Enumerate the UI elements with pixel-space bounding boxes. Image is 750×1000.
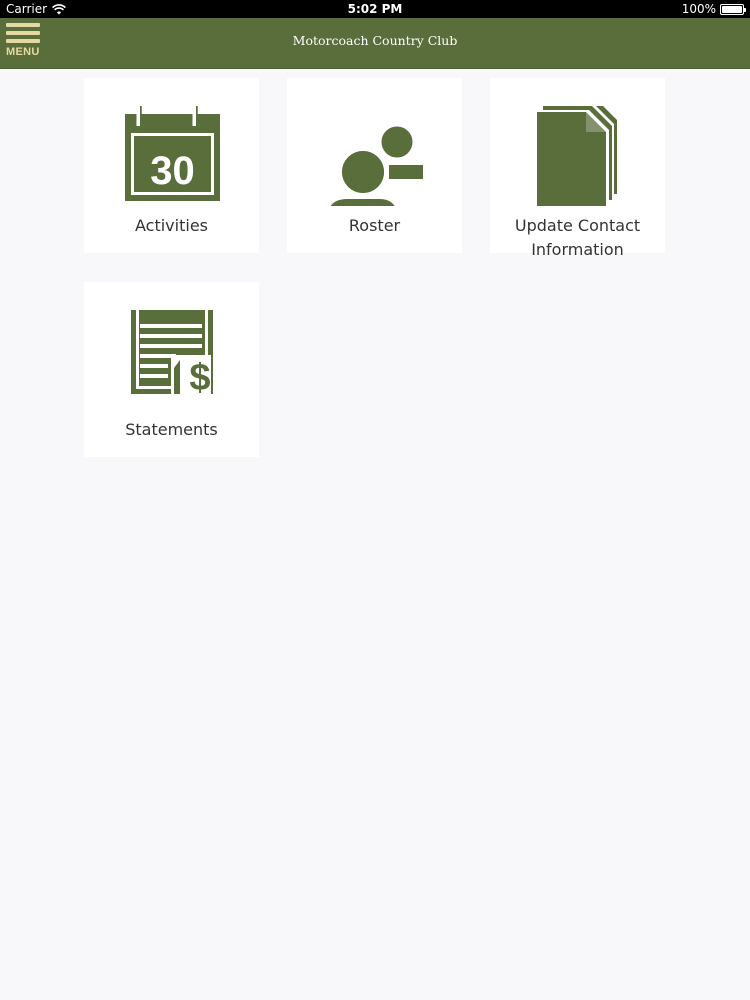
battery-status: 100% [681,2,746,16]
navigation-bar: Motorcoach Country Club MENU [0,18,750,69]
tile-label: Roster [348,216,401,235]
battery-percent: 100% [681,2,716,16]
tile-label: Update Contact Information [514,216,641,259]
documents-icon [537,106,617,206]
tile-label: Statements [125,420,218,439]
tile-update-contact-information[interactable]: Update Contact Information [490,78,665,259]
calendar-day-number: 30 [150,149,195,193]
page-title: Motorcoach Country Club [292,33,458,48]
menu-label: MENU [6,46,40,58]
menu-button[interactable]: MENU [6,23,42,63]
tile-roster[interactable]: Roster [287,78,462,253]
hamburger-icon [6,23,40,27]
calendar-icon: 30 [125,106,220,201]
svg-text:$: $ [189,357,210,399]
statement-dollar-icon: $ [131,310,213,399]
tile-activities[interactable]: 30 Activities [84,78,259,253]
tile-statements[interactable]: $ Statements [84,282,259,457]
battery-icon [720,3,746,15]
status-bar: Carrier 5:02 PM 100% [0,0,750,18]
status-time: 5:02 PM [347,2,403,16]
tile-label: Activities [135,216,208,235]
people-icon [330,123,423,206]
